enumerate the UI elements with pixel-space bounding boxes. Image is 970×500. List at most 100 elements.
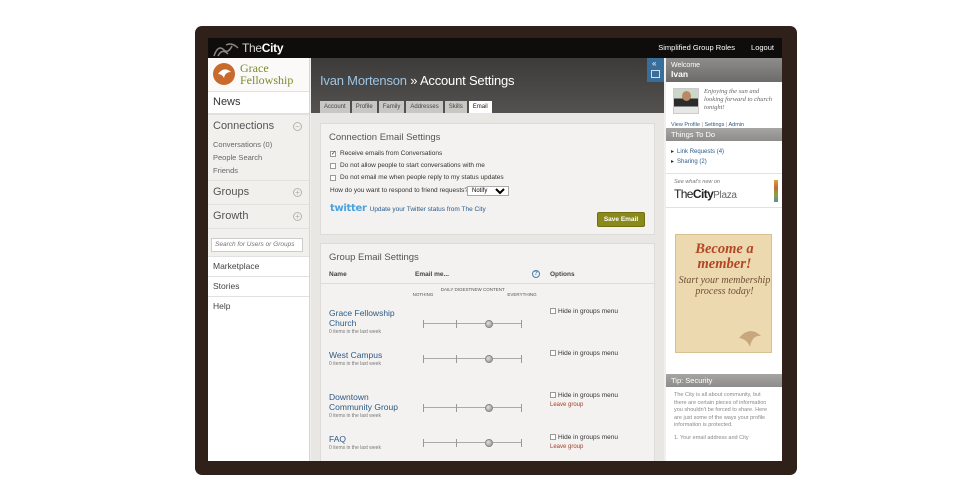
sidebar-search [208,228,309,256]
option-label: Do not allow people to start conversatio… [340,162,485,169]
nav-groups[interactable]: Groups + [208,180,309,204]
leave-group-link[interactable]: Leave group [550,444,583,450]
group-name[interactable]: FAQ [329,434,409,444]
church-logo[interactable]: Grace Fellowship [208,58,309,92]
church-name: Grace Fellowship [240,62,293,86]
slider-tick [456,404,457,412]
logout-link[interactable]: Logout [751,43,774,52]
checkbox[interactable] [550,392,556,398]
hide-in-groups-menu: Hide in groups menu [550,392,618,399]
member-ad-title: Become a member! [695,241,754,272]
help-icon[interactable]: ? [532,270,540,278]
slider-knob[interactable] [485,355,493,363]
tab-skills[interactable]: Skills [444,101,467,113]
email-frequency-slider[interactable] [423,439,522,447]
checkbox[interactable] [330,163,336,169]
sidebar-item-marketplace[interactable]: Marketplace [208,255,309,276]
slider-tick [423,320,424,328]
slider-track [423,323,522,324]
double-chevron-left-icon: « [652,59,657,68]
page-header: Ivan Mortenson » Account Settings « Acco… [311,58,664,113]
twitter-row: twitter Update your Twitter status from T… [321,198,654,214]
checkbox[interactable] [550,308,556,314]
expand-icon[interactable]: + [293,188,302,197]
email-frequency-slider[interactable] [423,404,522,412]
save-email-button[interactable]: Save Email [597,212,645,227]
option-disallow-conversations: Do not allow people to start conversatio… [321,161,654,173]
plaza-word: Plaza [713,190,737,201]
nav-growth-label: Growth [213,210,249,222]
nav-news[interactable]: News [208,92,309,114]
settings-tabs: Account Profile Family Addresses Skills … [320,101,494,113]
title-text: Account Settings [419,73,515,88]
slider-tick [423,404,424,412]
hide-label: Hide in groups menu [558,350,618,357]
avatar-face [682,91,691,101]
admin-link[interactable]: Admin [729,122,745,128]
tab-email[interactable]: Email [468,101,492,113]
plaza-tagline: See what's new on [674,179,720,185]
group-activity: 0 items in the last week [329,445,381,451]
hide-in-groups-menu: Hide in groups menu [550,434,618,441]
checkbox[interactable] [550,434,556,440]
link-requests-item[interactable]: Link Requests (4) [671,147,777,157]
slider-tick [521,439,522,447]
checkbox[interactable] [330,175,336,181]
connection-email-panel: Connection Email Settings ✓ Receive email… [320,123,655,235]
simplified-group-roles-link[interactable]: Simplified Group Roles [658,43,735,52]
email-frequency-slider[interactable] [423,320,522,328]
tab-family[interactable]: Family [378,101,405,113]
sidebar-item-people-search[interactable]: People Search [213,151,304,164]
friend-request-row: How do you want to respond to friend req… [321,185,654,198]
person-name[interactable]: Ivan Mortenson [320,73,407,88]
nav-growth[interactable]: Growth + [208,204,309,228]
top-links: Simplified Group Roles Logout [644,43,774,52]
welcome-box: Welcome Ivan [666,58,782,82]
group-name[interactable]: Downtown Community Group [329,392,409,412]
sharing-item[interactable]: Sharing (2) [671,157,777,167]
grace-fellowship-logo-icon [739,330,761,347]
the-city-logo[interactable]: TheCity [210,38,290,58]
collapse-icon[interactable]: − [293,122,302,131]
view-profile-link[interactable]: View Profile [671,122,700,128]
sidebar-item-conversations[interactable]: Conversations (0) [213,138,304,151]
collapse-panel-button[interactable]: « [647,58,664,82]
friend-request-label: How do you want to respond to friend req… [330,187,469,194]
search-input[interactable] [211,237,303,252]
slider-knob[interactable] [485,404,493,412]
slider-knob[interactable] [485,320,493,328]
slider-tick [521,355,522,363]
option-label: Receive emails from Conversations [340,150,443,157]
page-title: Ivan Mortenson » Account Settings [320,73,515,88]
settings-link[interactable]: Settings [704,122,724,128]
become-member-ad[interactable]: Become a member! Start your membership p… [675,234,772,353]
leave-group-link[interactable]: Leave group [550,402,583,408]
group-name[interactable]: Grace Fellowship Church [329,308,409,328]
security-tip-more: 1. Your email address and City [674,434,749,441]
tab-profile[interactable]: Profile [351,101,377,113]
sidebar-item-help[interactable]: Help [208,295,309,316]
city-plaza-banner[interactable]: See what's new on TheCityPlaza [666,174,782,208]
hide-label: Hide in groups menu [558,392,618,399]
twitter-update-link[interactable]: Update your Twitter status from The City [370,206,486,213]
friend-request-select[interactable]: Notify [467,186,509,196]
email-frequency-slider[interactable] [423,355,522,363]
group-name[interactable]: West Campus [329,350,409,360]
sidebar-item-friends[interactable]: Friends [213,164,304,177]
tab-account[interactable]: Account [320,101,350,113]
slider-knob[interactable] [485,439,493,447]
security-tip-heading: Tip: Security [666,374,782,387]
group-row: FAQ 0 items in the last week Hide in gro… [321,427,654,461]
title-separator: » [406,73,420,88]
checkbox[interactable] [550,350,556,356]
avatar[interactable] [673,88,699,114]
tab-addresses[interactable]: Addresses [406,101,443,113]
sidebar-item-stories[interactable]: Stories [208,275,309,296]
grace-fellowship-logo-icon [213,63,235,85]
plaza-logo-text: TheCityPlaza [674,187,737,201]
expand-icon[interactable]: + [293,212,302,221]
nav-connections[interactable]: Connections − [208,114,309,138]
checkbox[interactable]: ✓ [330,151,336,157]
twitter-logo[interactable]: twitter [330,203,367,214]
nav-connections-label: Connections [213,120,275,132]
